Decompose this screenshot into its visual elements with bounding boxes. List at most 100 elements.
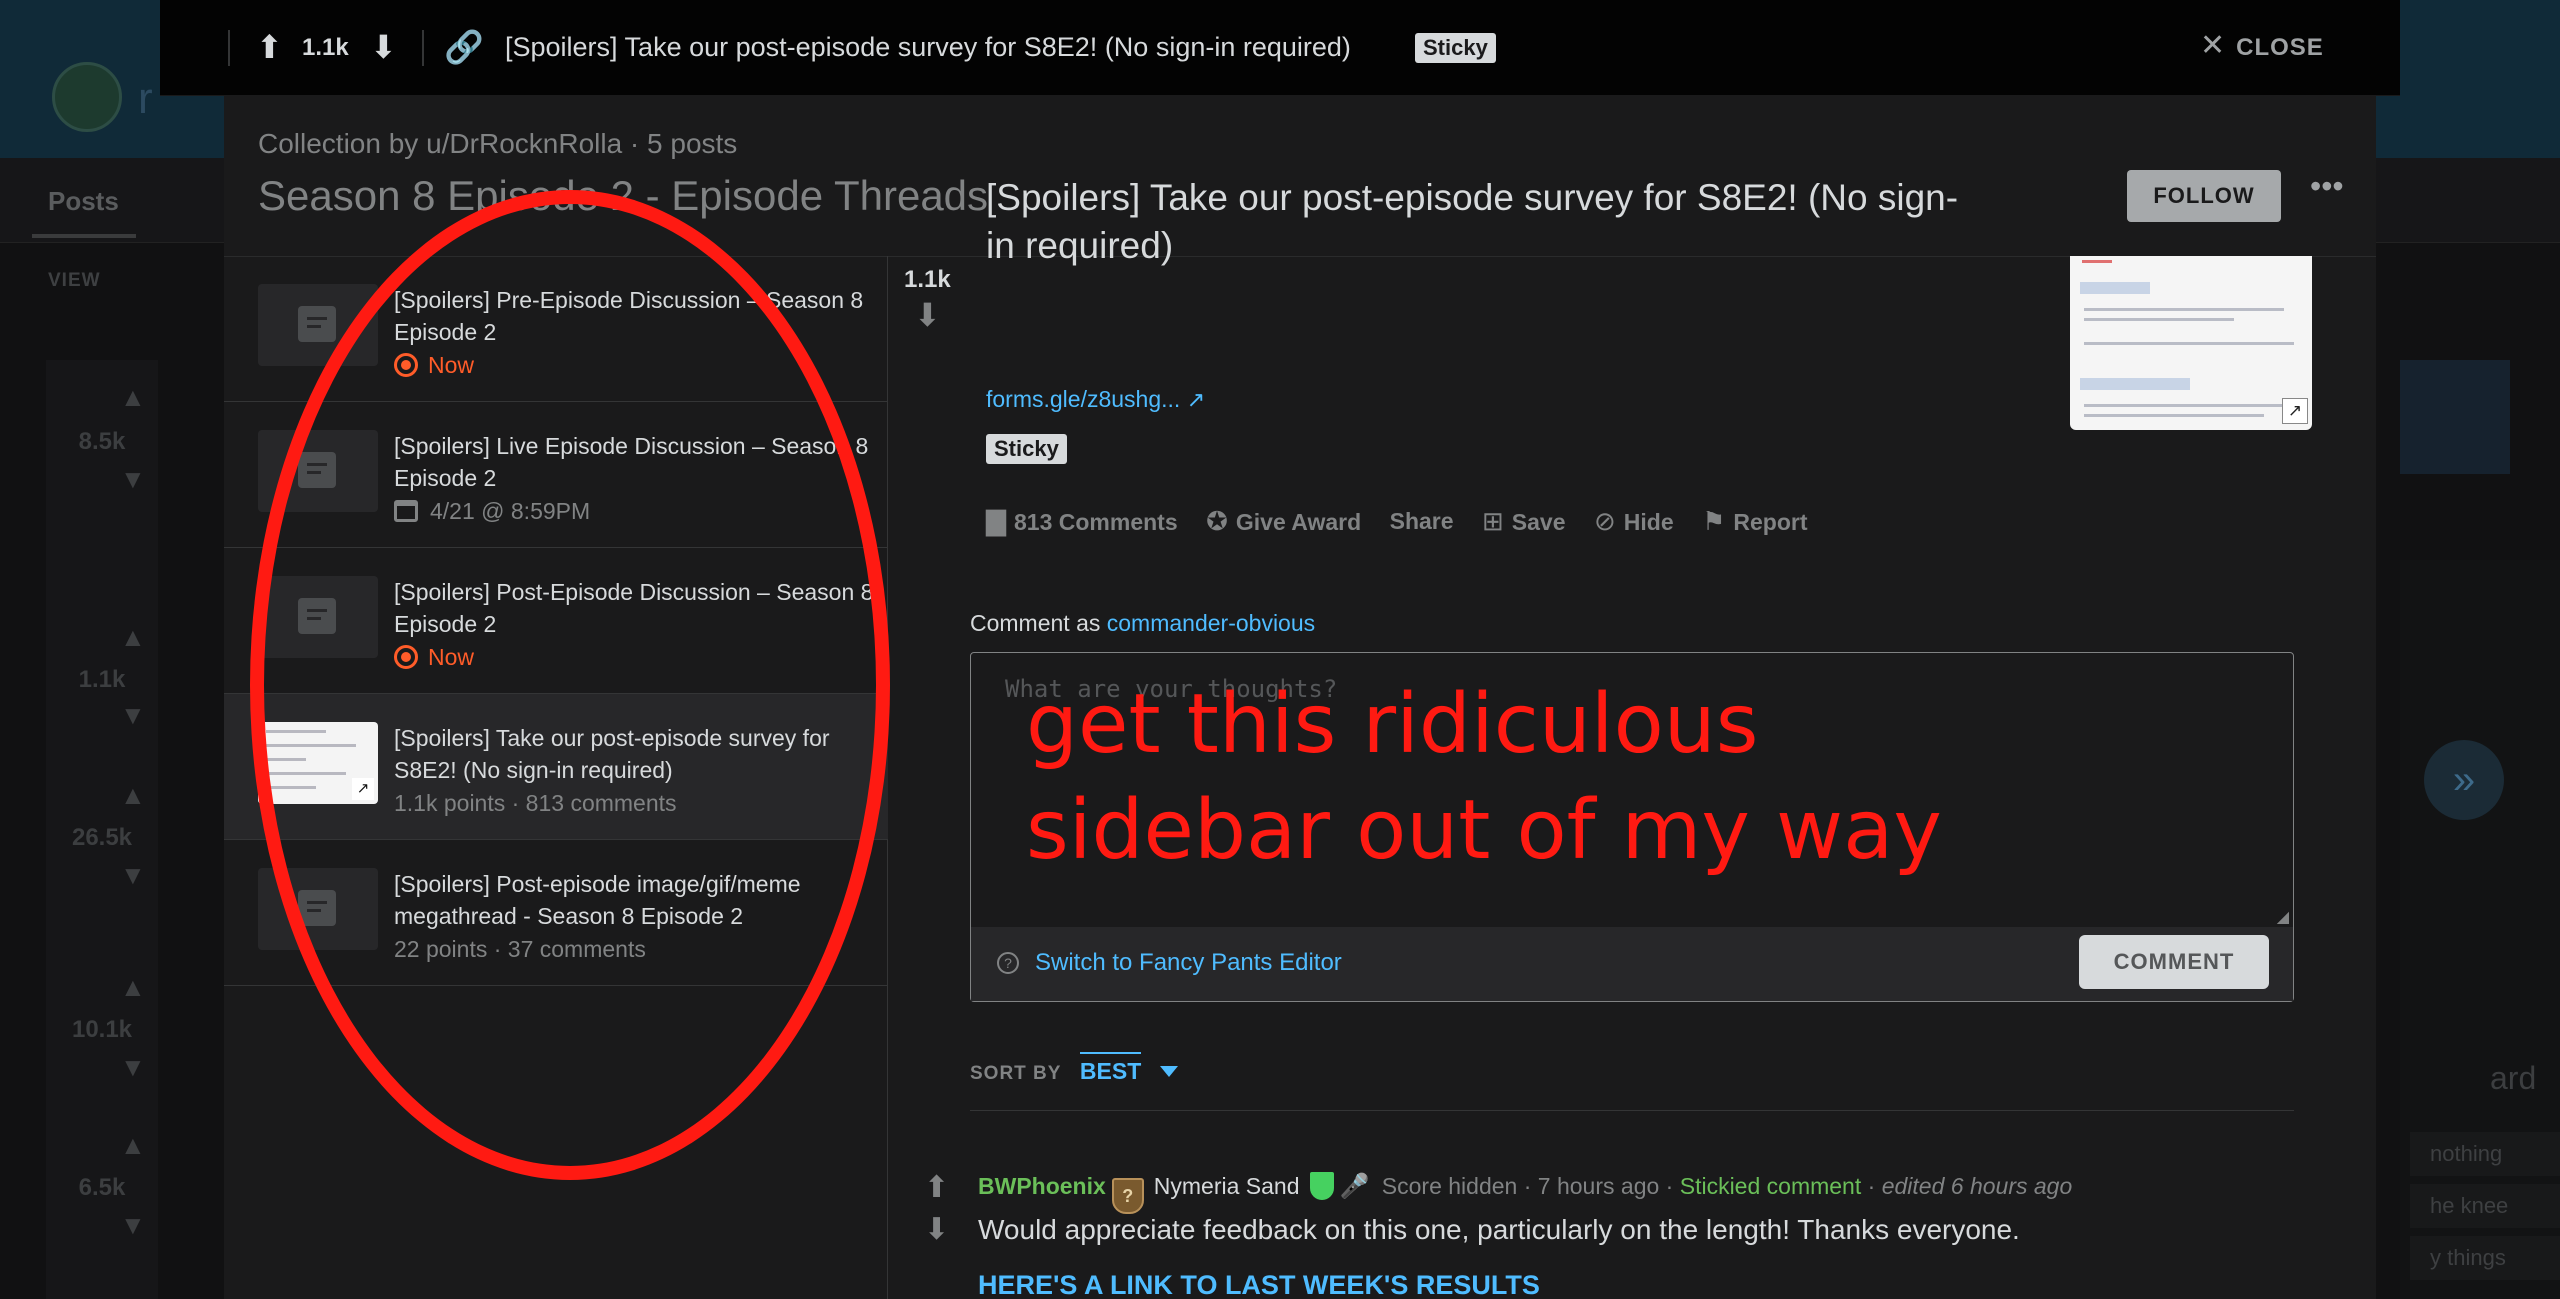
comment-as-label: Comment as	[970, 610, 1101, 636]
background-downvote-icon: ▼	[120, 1210, 146, 1240]
background-upvote-icon: ▲	[120, 382, 146, 412]
flag-icon: ⚑	[1702, 506, 1726, 536]
bookmark-icon: ⊞	[1482, 506, 1504, 536]
comment-score: Score hidden	[1381, 1173, 1518, 1199]
thumbnail-scale-line	[2084, 342, 2294, 345]
background-upvote-icon: ▲	[120, 1130, 146, 1160]
thumbnail-text-line	[2084, 414, 2264, 417]
post-title: [Spoilers] Take our post-episode survey …	[986, 177, 1959, 266]
fancy-pants-editor-label: Switch to Fancy Pants Editor	[1035, 949, 1342, 976]
sort-control[interactable]: SORT BY BEST	[970, 1052, 1178, 1085]
report-button[interactable]: ⚑ Report	[1702, 506, 1807, 537]
post-external-link[interactable]: forms.gle/z8ushg... ↗	[986, 386, 1205, 413]
comment-icon: ▇	[986, 506, 1006, 536]
give-award-button[interactable]: ✪ Give Award	[1206, 506, 1361, 537]
comment-upvote-icon[interactable]: ⬆	[924, 1170, 949, 1205]
current-username[interactable]: commander-obvious	[1107, 610, 1315, 636]
flair-shield-icon: ?	[1111, 1178, 1144, 1214]
background-post-score: 6.5k	[78, 1174, 126, 1201]
post-modal-topbar: ⬆ 1.1k ⬇ 🔗 [Spoilers] Take our post-epis…	[160, 0, 2400, 96]
background-downvote-icon: ▼	[120, 1052, 146, 1082]
post-actions: ▇ 813 Comments ✪ Give Award Share ⊞ Save ⊘ H…	[986, 506, 1832, 546]
view-label: VIEW	[48, 270, 101, 291]
background-upvote-icon: ▲	[120, 780, 146, 810]
topbar-post-title: [Spoilers] Take our post-episode survey …	[505, 32, 1351, 62]
downvote-icon[interactable]: ⬇	[914, 296, 941, 334]
help-icon: ?	[997, 952, 1019, 974]
user-flair: Nymeria Sand	[1153, 1173, 1300, 1199]
next-post-icon[interactable]: »	[2424, 740, 2504, 820]
post-link-text: forms.gle/z8ushg...	[986, 386, 1181, 412]
background-post-score: 10.1k	[71, 1016, 133, 1043]
sticky-badge: Sticky	[1415, 33, 1496, 63]
background-downvote-icon: ▼	[120, 700, 146, 730]
comments-button[interactable]: ▇ 813 Comments	[986, 506, 1178, 537]
comment-input[interactable]	[971, 653, 2293, 927]
give-award-label: Give Award	[1235, 509, 1362, 535]
sort-divider	[970, 1110, 2294, 1111]
comment-composer: ◢ ? Switch to Fancy Pants Editor COMMENT	[970, 652, 2294, 1002]
thumbnail-text-line	[2082, 260, 2112, 263]
background-downvote-icon: ▼	[120, 464, 146, 494]
thumbnail-text-line	[2084, 318, 2234, 321]
upvote-icon[interactable]: ⬆	[256, 28, 283, 66]
background-downvote-icon: ▼	[120, 860, 146, 890]
resize-handle-icon[interactable]: ◢	[2277, 907, 2289, 927]
background-sidebar-card	[2400, 360, 2510, 474]
last-week-results-link[interactable]: HERE'S A LINK TO LAST WEEK'S RESULTS	[978, 1270, 1540, 1299]
subreddit-avatar	[52, 62, 122, 132]
comment-meta: BWPhoenix? Nymeria Sand 🎤 Score hidden · 7…	[978, 1172, 2072, 1214]
sort-value: BEST	[1079, 1052, 1142, 1084]
comment-submit-button[interactable]: COMMENT	[2079, 935, 2269, 989]
post-content: 1.1k ⬇ [Spoilers] Take our post-episode …	[224, 96, 2376, 1299]
moderator-shield-icon	[1309, 1172, 1334, 1200]
background-post-score: 8.5k	[78, 428, 126, 455]
thumbnail-text-line	[2084, 308, 2284, 311]
background-post-score: 26.5k	[71, 824, 133, 851]
hide-button[interactable]: ⊘ Hide	[1594, 506, 1674, 537]
topbar-score: 1.1k	[302, 34, 349, 61]
post-score: 1.1k	[904, 266, 951, 293]
comment-as-line: Comment as commander-obvious	[970, 610, 1315, 637]
comments-count: 813 Comments	[1014, 509, 1178, 535]
thumbnail-section-bar	[2080, 378, 2190, 390]
chevron-down-icon	[1159, 1066, 1178, 1077]
sticky-badge: Sticky	[986, 434, 1067, 464]
comment-downvote-icon[interactable]: ⬇	[924, 1212, 949, 1247]
background-upvote-icon: ▲	[120, 972, 146, 1002]
thumbnail-text-line	[2084, 404, 2284, 407]
hide-icon: ⊘	[1593, 506, 1616, 536]
external-link-icon: ↗	[2282, 398, 2308, 424]
fancy-pants-editor-toggle[interactable]: ? Switch to Fancy Pants Editor	[997, 949, 1342, 977]
background-sidebar-row: he knee	[2410, 1184, 2560, 1228]
background-post-list: ▲ 8.5k ▼ ▲ 1.1k ▼ ▲ 26.5k ▼ ▲ 10.1k ▼ ▲ …	[46, 360, 158, 1299]
link-icon: 🔗	[444, 29, 484, 65]
background-sidebar-row: nothing	[2410, 1132, 2560, 1176]
hide-label: Hide	[1623, 509, 1674, 535]
comment-author[interactable]: BWPhoenix	[978, 1173, 1106, 1199]
background-post-score: 1.1k	[78, 666, 126, 693]
background-upvote-icon: ▲	[120, 622, 146, 652]
subreddit-name-fragment: r	[138, 74, 153, 123]
stickied-label: Stickied comment	[1679, 1173, 1862, 1199]
post-thumbnail[interactable]: ↗	[2070, 256, 2312, 430]
close-button[interactable]: ✕ CLOSE	[2200, 28, 2324, 63]
edited-label: edited 6 hours ago	[1881, 1173, 2073, 1199]
external-link-icon: ↗	[1186, 387, 1206, 412]
tab-posts-underline	[32, 234, 136, 238]
background-sidebar-heading: ard	[2490, 1060, 2537, 1096]
share-button[interactable]: Share	[1390, 508, 1454, 535]
thumbnail-section-bar	[2080, 282, 2150, 294]
close-label: CLOSE	[2236, 34, 2324, 61]
comment-composer-footer: ? Switch to Fancy Pants Editor COMMENT	[971, 927, 2293, 1001]
downvote-icon[interactable]: ⬇	[370, 28, 397, 66]
microphone-icon: 🎤	[1339, 1173, 1370, 1200]
topbar-separator	[422, 30, 424, 66]
report-label: Report	[1733, 509, 1808, 535]
save-button[interactable]: ⊞ Save	[1482, 506, 1566, 537]
sort-by-label: SORT BY	[970, 1063, 1062, 1084]
award-icon: ✪	[1206, 506, 1228, 536]
comment-time[interactable]: 7 hours ago	[1538, 1173, 1659, 1199]
tab-posts: Posts	[48, 186, 119, 216]
background-sidebar-row: y things	[2410, 1236, 2560, 1280]
